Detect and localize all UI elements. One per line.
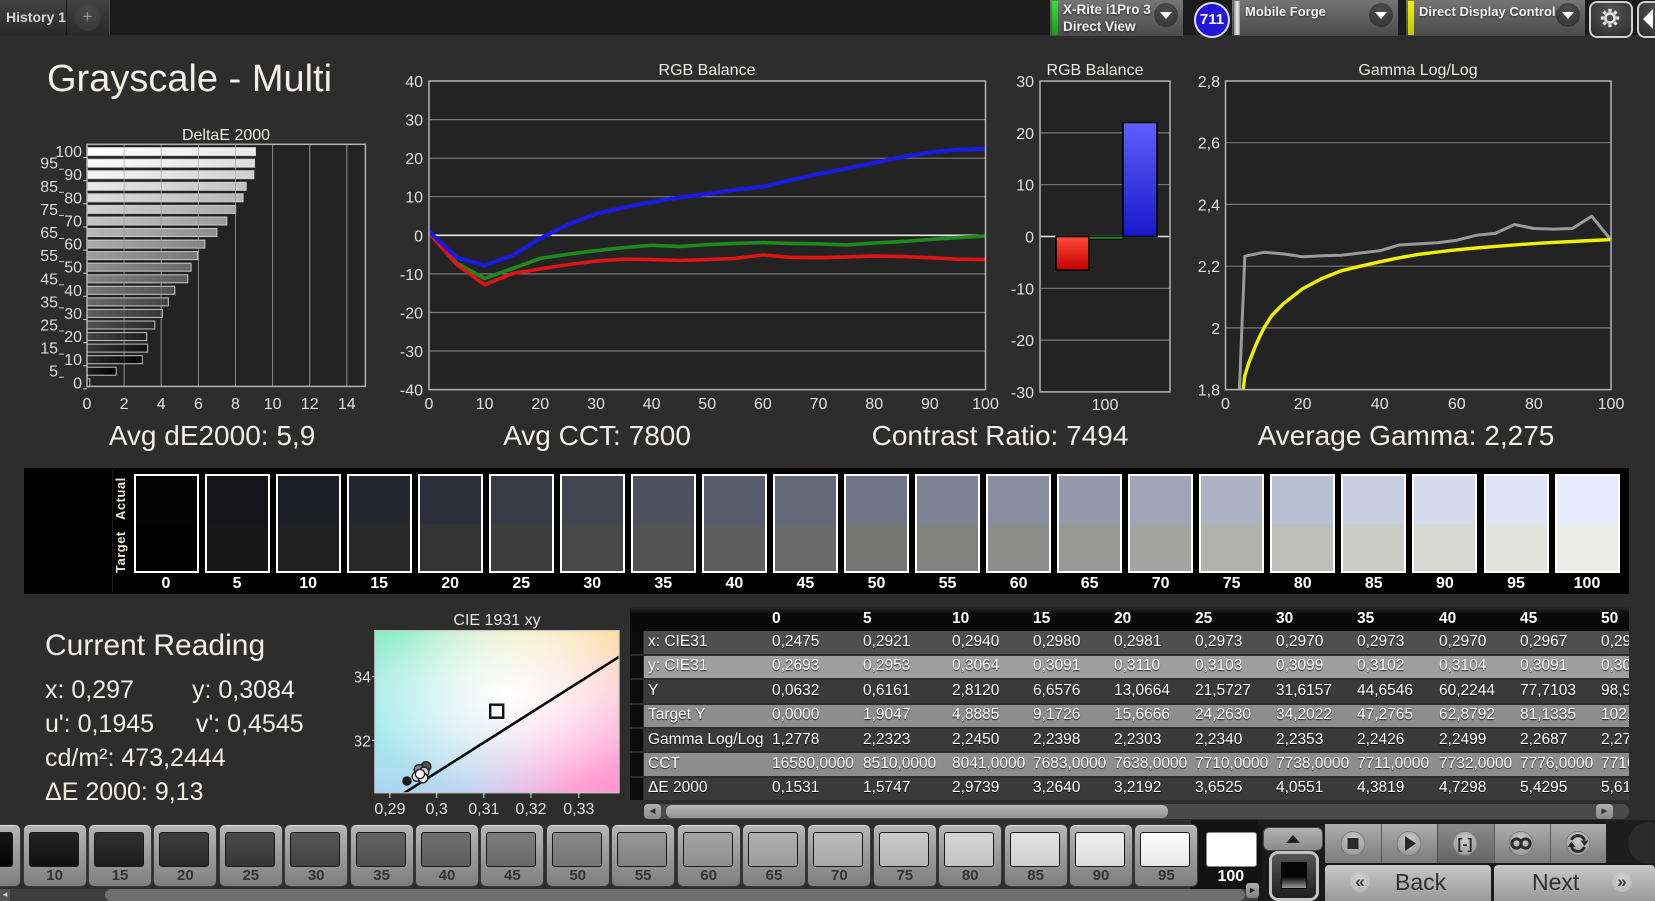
svg-text:40: 40	[405, 74, 423, 91]
svg-text:2,6: 2,6	[1198, 136, 1220, 153]
svg-text:2,8: 2,8	[1198, 74, 1220, 91]
svg-text:10: 10	[476, 396, 494, 413]
svg-text:0,31: 0,31	[468, 801, 499, 818]
svg-text:70: 70	[810, 396, 828, 413]
svg-text:90: 90	[64, 167, 82, 184]
svg-text:30: 30	[405, 113, 423, 130]
svg-text:8: 8	[231, 396, 240, 413]
svg-text:25: 25	[40, 318, 58, 335]
svg-text:30: 30	[1016, 74, 1034, 91]
svg-text:DeltaE 2000: DeltaE 2000	[182, 127, 270, 144]
svg-text:0,32: 0,32	[515, 801, 546, 818]
svg-text:[-]: [-]	[1458, 836, 1473, 853]
svg-text:40: 40	[64, 283, 82, 300]
svg-text:30: 30	[64, 306, 82, 323]
svg-text:CIE 1931 xy: CIE 1931 xy	[453, 612, 540, 629]
svg-text:60: 60	[1448, 396, 1466, 413]
svg-text:0,29: 0,29	[374, 801, 405, 818]
svg-text:20: 20	[1016, 126, 1034, 143]
svg-text:30: 30	[587, 396, 605, 413]
svg-text:70: 70	[64, 214, 82, 231]
svg-text:10: 10	[64, 352, 82, 369]
svg-text:2,2: 2,2	[1198, 259, 1220, 276]
svg-text:100: 100	[1598, 396, 1625, 413]
svg-text:95: 95	[40, 156, 58, 173]
svg-text:0: 0	[425, 396, 434, 413]
svg-text:0,34: 0,34	[355, 670, 371, 687]
svg-text:85: 85	[40, 179, 58, 196]
svg-text:0: 0	[73, 375, 82, 392]
svg-text:50: 50	[698, 396, 716, 413]
svg-text:75: 75	[40, 202, 58, 219]
svg-text:0,33: 0,33	[563, 801, 594, 818]
svg-text:10: 10	[405, 190, 423, 207]
svg-text:60: 60	[64, 237, 82, 254]
svg-text:-20: -20	[1011, 333, 1034, 350]
svg-text:80: 80	[64, 190, 82, 207]
svg-text:0: 0	[1025, 230, 1034, 247]
svg-text:50: 50	[64, 260, 82, 277]
svg-text:15: 15	[40, 341, 58, 358]
svg-text:0,32: 0,32	[355, 733, 371, 750]
svg-text:RGB Balance: RGB Balance	[659, 62, 756, 79]
svg-text:5: 5	[49, 364, 58, 381]
svg-text:20: 20	[64, 329, 82, 346]
svg-text:40: 40	[1371, 396, 1389, 413]
svg-text:45: 45	[40, 271, 58, 288]
svg-text:100: 100	[1092, 397, 1119, 414]
svg-text:100: 100	[972, 396, 999, 413]
svg-text:0,3: 0,3	[425, 801, 447, 818]
svg-text:20: 20	[405, 151, 423, 168]
svg-text:2: 2	[120, 396, 129, 413]
svg-text:20: 20	[531, 396, 549, 413]
svg-text:20: 20	[1294, 396, 1312, 413]
svg-text:35: 35	[40, 294, 58, 311]
svg-text:Gamma Log/Log: Gamma Log/Log	[1358, 62, 1477, 79]
svg-text:-20: -20	[400, 306, 423, 323]
svg-text:1,8: 1,8	[1198, 383, 1220, 400]
svg-text:-10: -10	[400, 267, 423, 284]
svg-text:40: 40	[643, 396, 661, 413]
svg-text:2: 2	[1211, 321, 1220, 338]
svg-text:4: 4	[157, 396, 166, 413]
svg-text:6: 6	[194, 396, 203, 413]
svg-text:65: 65	[40, 225, 58, 242]
svg-text:60: 60	[754, 396, 772, 413]
svg-text:0: 0	[83, 396, 92, 413]
svg-text:-30: -30	[400, 344, 423, 361]
svg-text:12: 12	[301, 396, 319, 413]
svg-text:10: 10	[264, 396, 282, 413]
svg-text:-40: -40	[400, 383, 423, 400]
svg-text:0: 0	[1221, 396, 1230, 413]
svg-text:-10: -10	[1011, 281, 1034, 298]
svg-text:10: 10	[1016, 178, 1034, 195]
svg-text:-30: -30	[1011, 385, 1034, 402]
svg-text:55: 55	[40, 248, 58, 265]
svg-text:80: 80	[865, 396, 883, 413]
svg-text:2,4: 2,4	[1198, 197, 1220, 214]
svg-text:14: 14	[338, 396, 356, 413]
svg-text:80: 80	[1525, 396, 1543, 413]
svg-text:90: 90	[921, 396, 939, 413]
svg-text:RGB Balance: RGB Balance	[1047, 62, 1144, 79]
svg-text:0: 0	[414, 228, 423, 245]
svg-text:100: 100	[55, 144, 82, 161]
